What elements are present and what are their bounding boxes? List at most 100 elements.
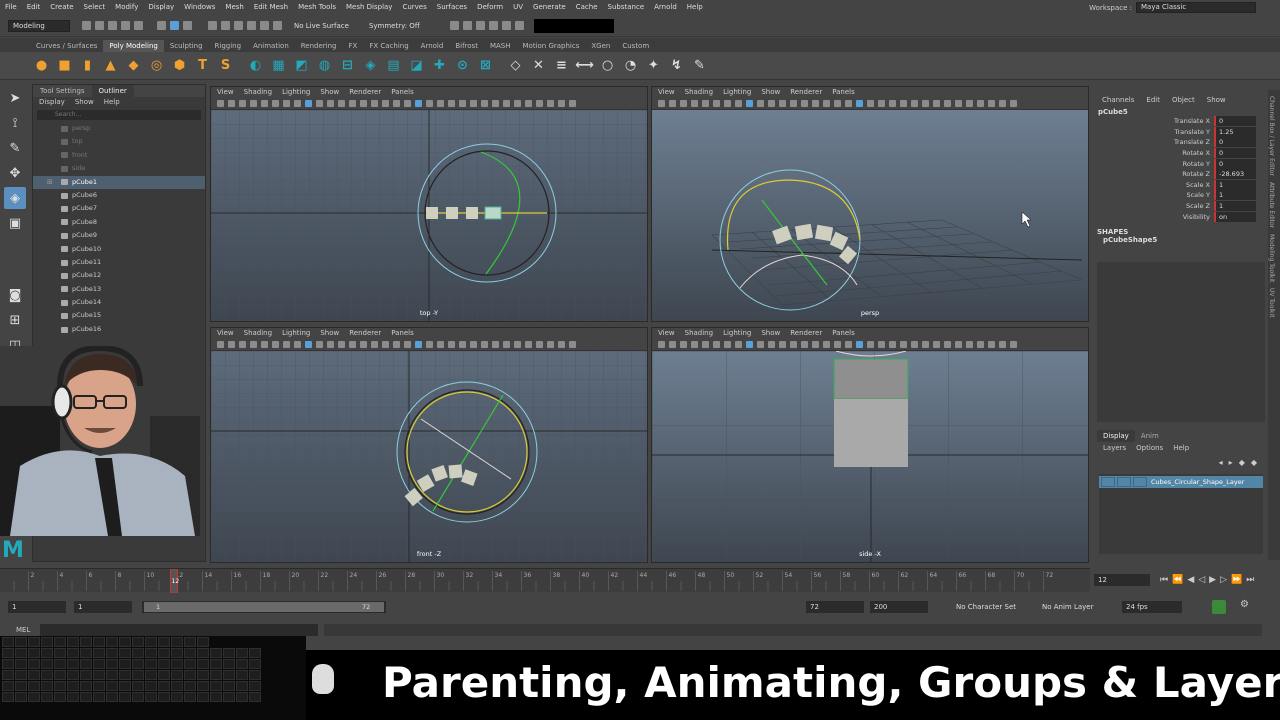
side-tab-uv-toolkit[interactable]: UV Toolkit (1268, 288, 1275, 318)
play-backwards-icon[interactable]: ◁ (1198, 575, 1205, 585)
menu-arnold[interactable]: Arnold (654, 3, 677, 11)
layer-menu-help[interactable]: Help (1173, 442, 1189, 454)
viewport-menu-shading[interactable]: Shading (685, 87, 713, 98)
playback-end-field[interactable]: 72 (806, 601, 864, 613)
viewport-canvas[interactable]: top -Y (211, 110, 647, 321)
open-scene-icon[interactable] (95, 21, 104, 30)
snap-grid-icon[interactable] (208, 21, 217, 30)
channel-menu-channels[interactable]: Channels (1102, 94, 1134, 106)
shelf-tab-animation[interactable]: Animation (247, 40, 295, 52)
viewport-toolbar[interactable] (652, 339, 1088, 351)
viewport-menu-show[interactable]: Show (761, 328, 780, 339)
viewport-top[interactable]: View Shading Lighting Show Renderer Panels to… (210, 86, 648, 322)
command-input[interactable] (40, 624, 318, 636)
menu-file[interactable]: File (5, 3, 17, 11)
viewport-toolbar[interactable] (652, 98, 1088, 110)
go-to-end-icon[interactable]: ⏭ (1246, 575, 1254, 585)
channel-value-field[interactable]: 0 (1214, 158, 1256, 169)
transfer-icon[interactable]: ↯ (668, 57, 685, 74)
viewport-menu-view[interactable]: View (217, 87, 234, 98)
rotate-tool-icon[interactable]: ◈ (4, 187, 26, 209)
channel-value-field[interactable]: 1 (1214, 201, 1256, 212)
layer-tab-display[interactable]: Display (1097, 430, 1135, 442)
svg-icon[interactable]: S (217, 57, 234, 74)
svg-t-icon[interactable]: ⬢ (171, 57, 188, 74)
menu-substance[interactable]: Substance (608, 3, 645, 11)
menu-modify[interactable]: Modify (115, 3, 138, 11)
viewport-menu-panels[interactable]: Panels (832, 328, 855, 339)
menu-edit[interactable]: Edit (27, 3, 41, 11)
shelf-tab-rigging[interactable]: Rigging (209, 40, 248, 52)
auto-key-icon[interactable] (1212, 600, 1226, 614)
outliner-item[interactable]: side (33, 162, 205, 175)
viewport-persp[interactable]: View Shading Lighting Show Renderer Panels (651, 86, 1089, 322)
anim-layer-dropdown[interactable]: No Anim Layer (1042, 601, 1093, 613)
shelf-tab-rendering[interactable]: Rendering (295, 40, 343, 52)
sphere-icon[interactable]: ● (33, 57, 50, 74)
snap-point-icon[interactable] (234, 21, 243, 30)
menu-select[interactable]: Select (84, 3, 106, 11)
side-tab-attribute-editor[interactable]: Attribute Editor (1268, 182, 1275, 228)
step-back-key-icon[interactable]: ⏪ (1172, 575, 1183, 585)
symmetry-label[interactable]: Symmetry: Off (369, 22, 420, 30)
channel-row[interactable]: Translate Z 0 (1094, 137, 1266, 148)
time-slider[interactable]: 2 4 6 8 10 12 14 16 18 20 22 24 26 28 30 32 34 36 38 40 42 44… (0, 568, 1090, 594)
render-frame-icon[interactable] (462, 21, 472, 30)
multicut-icon[interactable]: ✚ (431, 57, 448, 74)
side-tab-channel-box-layer-editor[interactable]: Channel Box / Layer Editor (1268, 96, 1275, 176)
viewport-menu-renderer[interactable]: Renderer (790, 87, 822, 98)
step-forward-frame-icon[interactable]: ▷ (1220, 575, 1227, 585)
menu-curves[interactable]: Curves (402, 3, 426, 11)
outliner-menu-help[interactable]: Help (104, 97, 120, 108)
lasso-tool-icon[interactable]: ⟟ (4, 112, 26, 134)
outliner-item[interactable]: pCube14 (33, 296, 205, 309)
channel-value-field[interactable]: 1 (1214, 179, 1256, 190)
smooth-icon[interactable]: ◍ (316, 57, 333, 74)
channel-row[interactable]: Scale X 1 (1094, 179, 1266, 191)
move-tool-icon[interactable]: ✥ (4, 162, 26, 184)
fill-icon[interactable]: ◪ (408, 57, 425, 74)
viewport-menu-renderer[interactable]: Renderer (349, 87, 381, 98)
step-forward-key-icon[interactable]: ⏩ (1231, 575, 1242, 585)
live-surface-label[interactable]: No Live Surface (294, 22, 349, 30)
viewport-menu-shading[interactable]: Shading (685, 328, 713, 339)
viewport-canvas[interactable]: front -Z (211, 351, 647, 562)
crease-icon[interactable]: ✎ (691, 57, 708, 74)
text-icon[interactable]: T (194, 57, 211, 74)
outliner-search-input[interactable]: Search... (37, 110, 201, 120)
quad-draw-icon[interactable]: ◇ (507, 57, 524, 74)
viewport-canvas[interactable]: persp (652, 110, 1088, 321)
paint-select-icon[interactable]: ✎ (4, 137, 26, 159)
shelf-tab-fx[interactable]: FX (343, 40, 364, 52)
scale-tool-icon[interactable]: ▣ (4, 212, 26, 234)
snap-surface-icon[interactable] (260, 21, 269, 30)
channel-row[interactable]: Translate X 0 (1094, 116, 1266, 127)
channel-value-field[interactable]: 0 (1214, 148, 1256, 159)
channel-row[interactable]: Visibility on (1094, 211, 1266, 222)
viewport-menu-lighting[interactable]: Lighting (723, 87, 751, 98)
single-pane-icon[interactable]: ◙ (4, 284, 26, 306)
character-set-dropdown[interactable]: No Character Set (956, 601, 1016, 613)
menu-edit-mesh[interactable]: Edit Mesh (254, 3, 288, 11)
shelf-tab-bifrost[interactable]: Bifrost (449, 40, 484, 52)
target-weld-icon[interactable]: ⊙ (454, 57, 471, 74)
outliner-item[interactable]: persp (33, 122, 205, 135)
outliner-menu-display[interactable]: Display (39, 97, 65, 108)
range-slider[interactable]: 1 72 (142, 601, 386, 613)
scene-end-field[interactable]: 200 (870, 601, 928, 613)
insert-edge-icon[interactable]: ✕ (530, 57, 547, 74)
go-to-start-icon[interactable]: ⏮ (1160, 575, 1168, 585)
menu-help[interactable]: Help (687, 3, 703, 11)
viewport-menu-lighting[interactable]: Lighting (723, 328, 751, 339)
outliner-item[interactable]: ⊞ pCube1 (33, 175, 205, 189)
four-pane-icon[interactable]: ⊞ (4, 309, 26, 331)
viewport-menu-show[interactable]: Show (320, 328, 339, 339)
channel-row[interactable]: Rotate Y 0 (1094, 158, 1266, 169)
viewport-toolbar[interactable] (211, 339, 647, 351)
wedge-icon[interactable]: ◔ (622, 57, 639, 74)
viewport-menu-view[interactable]: View (658, 87, 675, 98)
extrude-icon[interactable]: ▤ (385, 57, 402, 74)
outliner-tab-tool-settings[interactable]: Tool Settings (33, 85, 92, 97)
viewport-menu-renderer[interactable]: Renderer (349, 328, 381, 339)
select-component-icon[interactable] (183, 21, 192, 30)
